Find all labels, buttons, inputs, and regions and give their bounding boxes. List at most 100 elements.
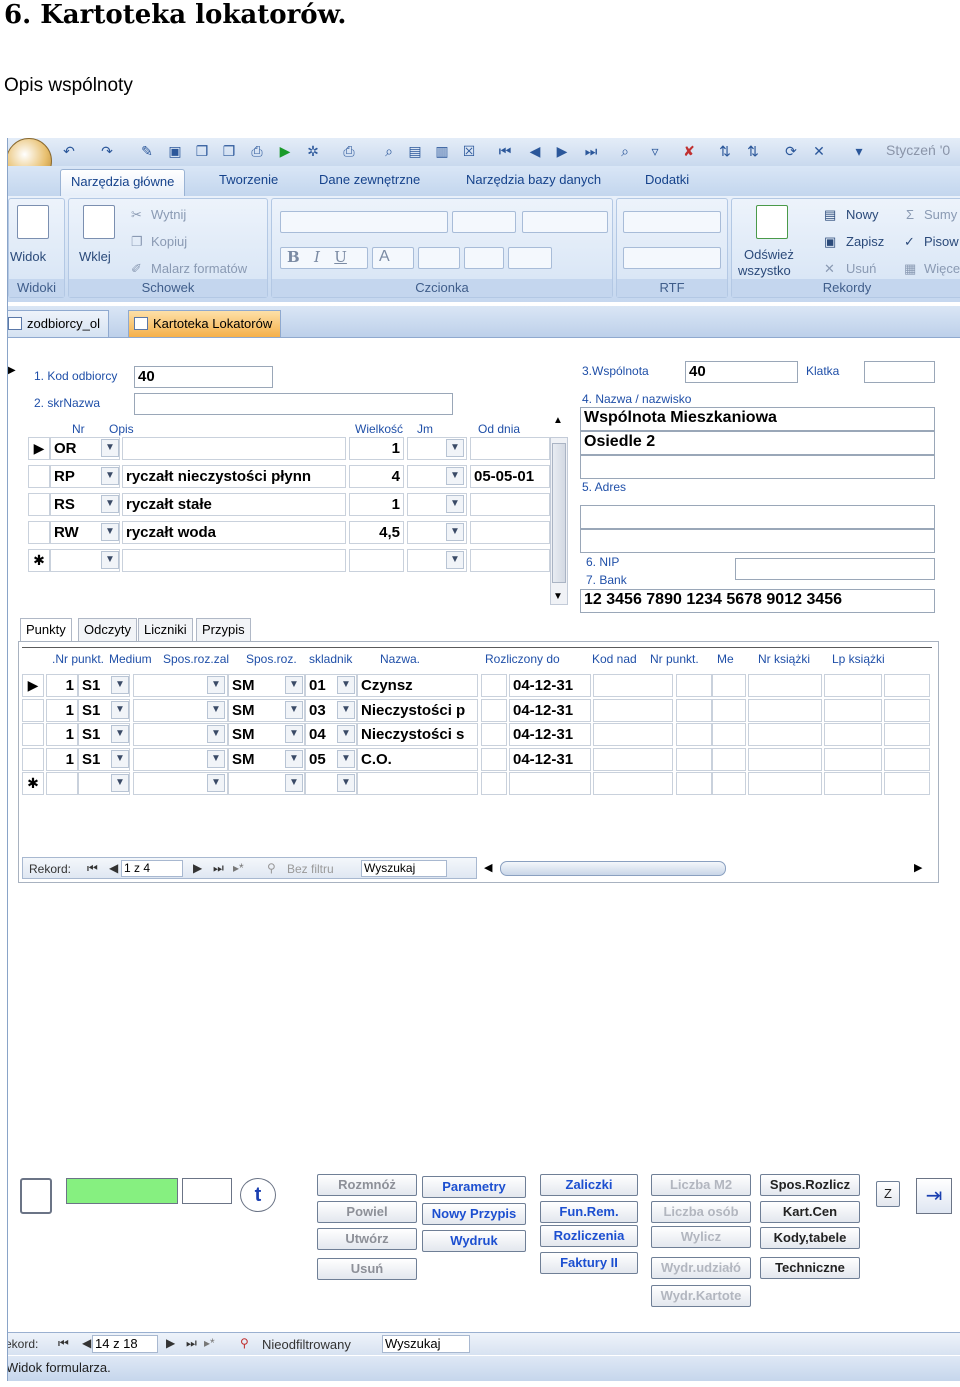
point-extra-cell[interactable] <box>748 772 822 795</box>
chevron-down-icon[interactable]: ▼ <box>285 774 303 792</box>
redo-icon[interactable]: ↷ <box>98 142 116 160</box>
charge-od-dnia-cell[interactable] <box>470 493 550 516</box>
point-extra-cell[interactable] <box>676 723 712 746</box>
font-size-select[interactable] <box>452 211 516 233</box>
font-color-button[interactable]: A <box>372 247 414 269</box>
techniczne-button[interactable]: Techniczne <box>760 1257 860 1279</box>
subtab-odczyty[interactable]: Odczyty <box>78 618 137 642</box>
prev-record-icon[interactable]: ◀ <box>526 142 544 160</box>
first-record-icon[interactable]: ⏮ <box>496 142 514 160</box>
chevron-down-icon[interactable]: ▼ <box>207 676 225 694</box>
powiel-button[interactable]: Powiel <box>317 1201 417 1223</box>
tab-zodbiorcy[interactable]: zodbiorcy_ol <box>8 310 109 337</box>
remove-filter-icon[interactable]: ✘ <box>680 142 698 160</box>
chevron-down-icon[interactable]: ▼ <box>111 725 129 743</box>
status-green-field[interactable] <box>66 1178 178 1204</box>
scroll-up-icon[interactable]: ▲ <box>553 415 563 426</box>
tab-kartoteka[interactable]: Kartoteka Lokatorów <box>128 310 282 337</box>
charge-wielkosc-cell[interactable]: 1 <box>349 493 404 516</box>
point-extra-cell[interactable] <box>884 698 930 722</box>
point-extra-cell[interactable] <box>676 772 712 795</box>
point-extra-cell[interactable] <box>884 772 930 795</box>
point-extra-cell[interactable] <box>712 698 746 722</box>
refresh-icon[interactable]: ⟳ <box>782 142 800 160</box>
record-selector-box[interactable] <box>20 1178 52 1214</box>
point-extra-cell[interactable] <box>824 747 882 771</box>
charge-opis-cell[interactable] <box>122 437 346 460</box>
refresh-all-button-line2[interactable]: wszystko <box>738 263 791 278</box>
run-icon[interactable]: ▶ <box>276 142 294 160</box>
charge-wielkosc-cell[interactable]: 4 <box>349 465 404 488</box>
copy-small-icon[interactable]: ❐ <box>131 234 143 250</box>
save-icon[interactable]: ▣ <box>166 142 184 160</box>
adres-line-2[interactable] <box>580 529 935 553</box>
chevron-down-icon[interactable]: ▼ <box>285 749 303 768</box>
chevron-down-icon[interactable]: ▼ <box>285 700 303 719</box>
next-record-icon[interactable]: ▶ <box>553 142 571 160</box>
row-selector-icon[interactable] <box>28 465 50 488</box>
charge-opis-cell[interactable]: ryczałt woda <box>122 521 346 544</box>
main-record-position[interactable]: 14 z 18 <box>92 1335 158 1353</box>
scroll-down-icon[interactable]: ▼ <box>553 591 563 602</box>
gridlines-button[interactable] <box>464 247 504 269</box>
edit-icon[interactable]: ✎ <box>138 142 156 160</box>
spelling-button[interactable]: Pisow <box>924 234 959 249</box>
point-extra-cell[interactable] <box>824 674 882 697</box>
point-extra-cell[interactable] <box>712 747 746 771</box>
point-extra-cell[interactable] <box>748 698 822 722</box>
nowy-przypis-button[interactable]: Nowy Przypis <box>422 1203 526 1225</box>
paste-icon[interactable]: ❐ <box>220 142 238 160</box>
find-icon[interactable]: ⌕ <box>616 142 634 160</box>
point-flag-cell[interactable] <box>481 772 507 795</box>
z-button[interactable]: Z <box>876 1181 900 1207</box>
zaliczki-button[interactable]: Zaliczki <box>540 1174 638 1196</box>
wydr-kartote-button[interactable]: Wydr.Kartote <box>651 1285 751 1307</box>
charge-od-dnia-cell[interactable] <box>470 521 550 544</box>
main-search-field[interactable]: Wyszukaj <box>382 1335 470 1353</box>
more-icon[interactable]: ▦ <box>904 261 916 277</box>
row-selector-icon[interactable] <box>28 493 50 516</box>
chevron-down-icon[interactable]: ▼ <box>111 774 129 792</box>
charge-opis-cell[interactable]: ryczałt stałe <box>122 493 346 516</box>
points-hscroll-thumb[interactable] <box>500 861 726 876</box>
chevron-down-icon[interactable]: ▼ <box>337 725 355 743</box>
align-buttons[interactable] <box>522 211 608 233</box>
point-flag-cell[interactable] <box>481 723 507 746</box>
chevron-down-icon[interactable]: ▼ <box>111 676 129 694</box>
nazwa-line-2[interactable]: Osiedle 2 <box>580 431 935 455</box>
kod-field[interactable]: 40 <box>134 366 273 388</box>
point-extra-cell[interactable] <box>712 723 746 746</box>
first-record-icon[interactable]: ⏮ <box>87 861 98 876</box>
delete-record-icon[interactable]: ✕ <box>824 261 835 277</box>
row-selector-icon[interactable]: ▶ <box>22 674 44 697</box>
point-extra-cell[interactable] <box>593 723 673 746</box>
zoom-icon[interactable]: ⌕ <box>380 142 398 160</box>
points-filter-status[interactable]: Bez filtru <box>287 862 334 876</box>
cut-button[interactable]: Wytnij <box>151 207 186 222</box>
point-extra-cell[interactable] <box>748 674 822 697</box>
utwórz-button[interactable]: Utwórz <box>317 1228 417 1250</box>
point-rozliczony-cell[interactable]: 04-12-31 <box>509 723 591 746</box>
last-record-icon[interactable]: ⏭ <box>582 142 600 160</box>
row-selector-icon[interactable] <box>22 698 44 722</box>
chevron-down-icon[interactable]: ▼ <box>337 749 355 768</box>
row-selector-icon[interactable] <box>28 521 50 544</box>
point-extra-cell[interactable] <box>676 674 712 697</box>
subtab-przypis[interactable]: Przypis <box>196 618 251 642</box>
row-selector-icon[interactable]: ✱ <box>22 772 44 795</box>
hscroll-left-icon[interactable]: ◀ <box>484 861 492 874</box>
point-nr-cell[interactable]: 1 <box>46 674 78 697</box>
indent-buttons[interactable] <box>623 211 721 233</box>
nazwa-line-1[interactable]: Wspólnota Mieszkaniowa <box>580 407 935 431</box>
charge-od-dnia-cell[interactable] <box>470 437 550 460</box>
chevron-down-icon[interactable]: ▼ <box>446 439 464 457</box>
chevron-down-icon[interactable]: ▼ <box>101 523 119 541</box>
prev-record-icon[interactable]: ◀ <box>109 861 118 875</box>
tab-external-data[interactable]: Dane zewnętrzne <box>319 172 420 187</box>
point-extra-cell[interactable] <box>884 674 930 697</box>
point-extra-cell[interactable] <box>593 674 673 697</box>
fun-rem-button[interactable]: Fun.Rem. <box>540 1201 638 1223</box>
charge-wielkosc-cell[interactable]: 1 <box>349 437 404 460</box>
underline-button[interactable]: U <box>334 248 347 266</box>
format-painter-icon[interactable]: ✐ <box>131 261 142 277</box>
